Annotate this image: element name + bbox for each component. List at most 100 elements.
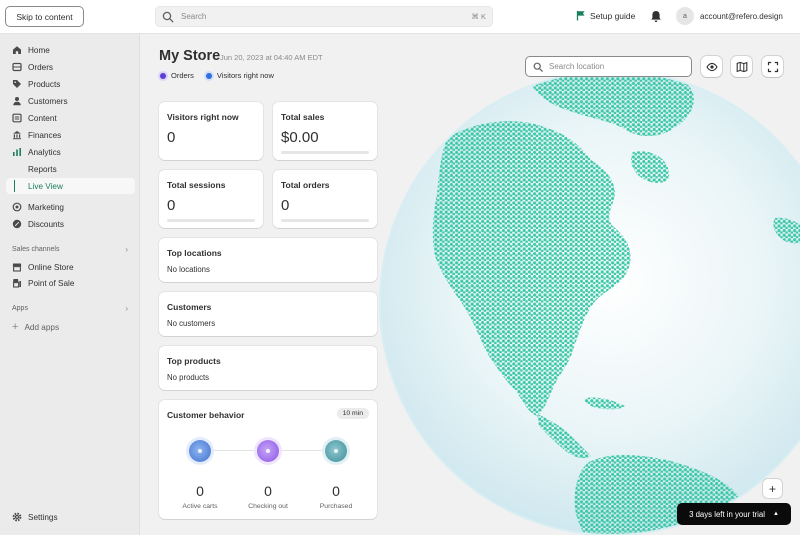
sidebar-item-content[interactable]: Content <box>6 110 135 126</box>
sidebar-item-marketing[interactable]: Marketing <box>6 199 135 215</box>
person-icon <box>13 97 21 106</box>
chevron-right-icon: › <box>125 245 128 254</box>
metric-card-total-sales[interactable]: Total sales $0.00 <box>273 102 377 160</box>
sidebar-item-products[interactable]: Products <box>6 76 135 92</box>
metric-card-total-orders[interactable]: Total orders 0 <box>273 170 377 228</box>
sidebar-item-label: Home <box>28 45 50 55</box>
setup-guide-label: Setup guide <box>590 10 636 21</box>
sidebar-item-orders[interactable]: Orders <box>6 59 135 75</box>
sparkline-placeholder <box>281 219 369 222</box>
sidebar-item-analytics[interactable]: Analytics <box>6 144 135 160</box>
eye-icon <box>705 62 718 71</box>
trial-banner-button[interactable]: 3 days left in your trial ▲ <box>677 503 791 525</box>
active-indicator <box>14 180 15 192</box>
time-window-badge: 10 min <box>336 408 369 419</box>
legend-label: Orders <box>171 71 194 80</box>
stage-label: Active carts <box>182 503 218 510</box>
trial-label: 3 days left in your trial <box>689 509 765 519</box>
live-globe-map[interactable] <box>377 68 800 535</box>
sidebar-item-point-of-sale[interactable]: Point of Sale <box>6 275 135 291</box>
top-products-card[interactable]: Top products No products <box>159 346 377 390</box>
metric-value: $0.00 <box>281 129 319 146</box>
main-content: My Store Jun 20, 2023 at 04:40 AM EDT Or… <box>141 34 800 535</box>
sidebar-item-live-view[interactable]: Live View <box>6 178 135 194</box>
metric-value: 0 <box>281 197 290 214</box>
fullscreen-button[interactable] <box>762 56 783 77</box>
node-center <box>198 449 202 453</box>
top-locations-card[interactable]: Top locations No locations <box>159 238 377 282</box>
sidebar-item-label: Live View <box>28 181 63 191</box>
customer-behavior-card[interactable]: Customer behavior 10 min 0 Active carts … <box>159 400 377 519</box>
account-menu[interactable]: a account@refero.design <box>676 7 783 25</box>
map-legend: Orders Visitors right now <box>160 71 286 80</box>
sidebar-item-home[interactable]: Home <box>6 42 135 58</box>
card-title: Customers <box>167 302 212 312</box>
node-center <box>334 449 338 453</box>
visibility-toggle-button[interactable] <box>701 56 722 77</box>
bank-icon <box>13 131 21 140</box>
bell-icon[interactable] <box>650 10 662 23</box>
section-label: Apps <box>12 305 28 312</box>
search-location-input[interactable]: Search location <box>525 56 692 77</box>
plus-icon: + <box>12 321 19 333</box>
content-icon <box>12 113 22 123</box>
purchased-node <box>325 440 347 462</box>
stage-label: Checking out <box>248 503 288 510</box>
search-bar[interactable]: Search ⌘ K <box>155 6 493 27</box>
sidebar-item-label: Content <box>28 113 57 123</box>
card-title: Top products <box>167 356 221 366</box>
gear-icon <box>12 512 22 522</box>
target-icon <box>12 202 22 212</box>
map-view-button[interactable] <box>731 56 752 77</box>
legend-item-orders: Orders <box>160 71 194 80</box>
sidebar-item-label: Reports <box>28 164 57 174</box>
sidebar-item-finances[interactable]: Finances <box>6 127 135 143</box>
stage-label: Purchased <box>319 503 353 510</box>
section-label: Sales channels <box>12 246 60 253</box>
zoom-in-button[interactable]: + <box>763 479 782 498</box>
sidebar-item-online-store[interactable]: Online Store <box>6 259 135 275</box>
plus-icon: + <box>768 481 776 496</box>
settings-label: Settings <box>28 512 58 522</box>
sales-channels-section[interactable]: Sales channels › <box>12 245 128 254</box>
sidebar-item-label: Finances <box>28 130 62 140</box>
sidebar-item-label: Orders <box>28 62 54 72</box>
search-placeholder: Search <box>181 12 207 21</box>
caret-up-icon: ▲ <box>772 511 779 517</box>
skip-to-content-button[interactable]: Skip to content <box>5 6 84 27</box>
sidebar-item-discounts[interactable]: Discounts <box>6 216 135 232</box>
store-icon <box>12 263 22 272</box>
metric-label: Visitors right now <box>167 112 239 122</box>
metric-value: 0 <box>167 129 176 146</box>
active-carts-stat: 0 Active carts <box>165 483 235 510</box>
search-icon <box>162 11 174 22</box>
metric-card-total-sessions[interactable]: Total sessions 0 <box>159 170 263 228</box>
empty-state-text: No products <box>167 373 210 382</box>
sidebar-item-settings[interactable]: Settings <box>12 512 58 522</box>
stage-value: 0 <box>332 483 340 499</box>
top-bar: Skip to content Search ⌘ K Setup guide a… <box>0 0 800 34</box>
node-center <box>266 449 270 453</box>
orders-icon <box>12 62 22 72</box>
sidebar-item-reports[interactable]: Reports <box>6 161 135 177</box>
orders-dot <box>160 72 166 79</box>
checking-out-stat: 0 Checking out <box>233 483 303 510</box>
chart-icon <box>13 148 21 156</box>
search-shortcut: ⌘ K <box>471 12 486 21</box>
legend-item-visitors: Visitors right now <box>205 71 274 80</box>
sparkline-placeholder <box>167 219 255 222</box>
apps-section[interactable]: Apps › <box>12 304 128 313</box>
metric-card-visitors[interactable]: Visitors right now 0 <box>159 102 263 160</box>
sidebar-item-customers[interactable]: Customers <box>6 93 135 109</box>
setup-guide-link[interactable]: Setup guide <box>576 10 635 21</box>
card-title: Customer behavior <box>167 410 245 420</box>
customers-card[interactable]: Customers No customers <box>159 292 377 336</box>
pos-icon <box>13 279 21 288</box>
search-location-placeholder: Search location <box>549 62 605 71</box>
add-apps-button[interactable]: + Add apps <box>12 321 59 333</box>
add-apps-label: Add apps <box>24 322 60 332</box>
discount-icon <box>12 219 22 229</box>
legend-label: Visitors right now <box>216 71 274 80</box>
sidebar-item-label: Online Store <box>28 262 74 272</box>
empty-state-text: No locations <box>167 265 210 274</box>
